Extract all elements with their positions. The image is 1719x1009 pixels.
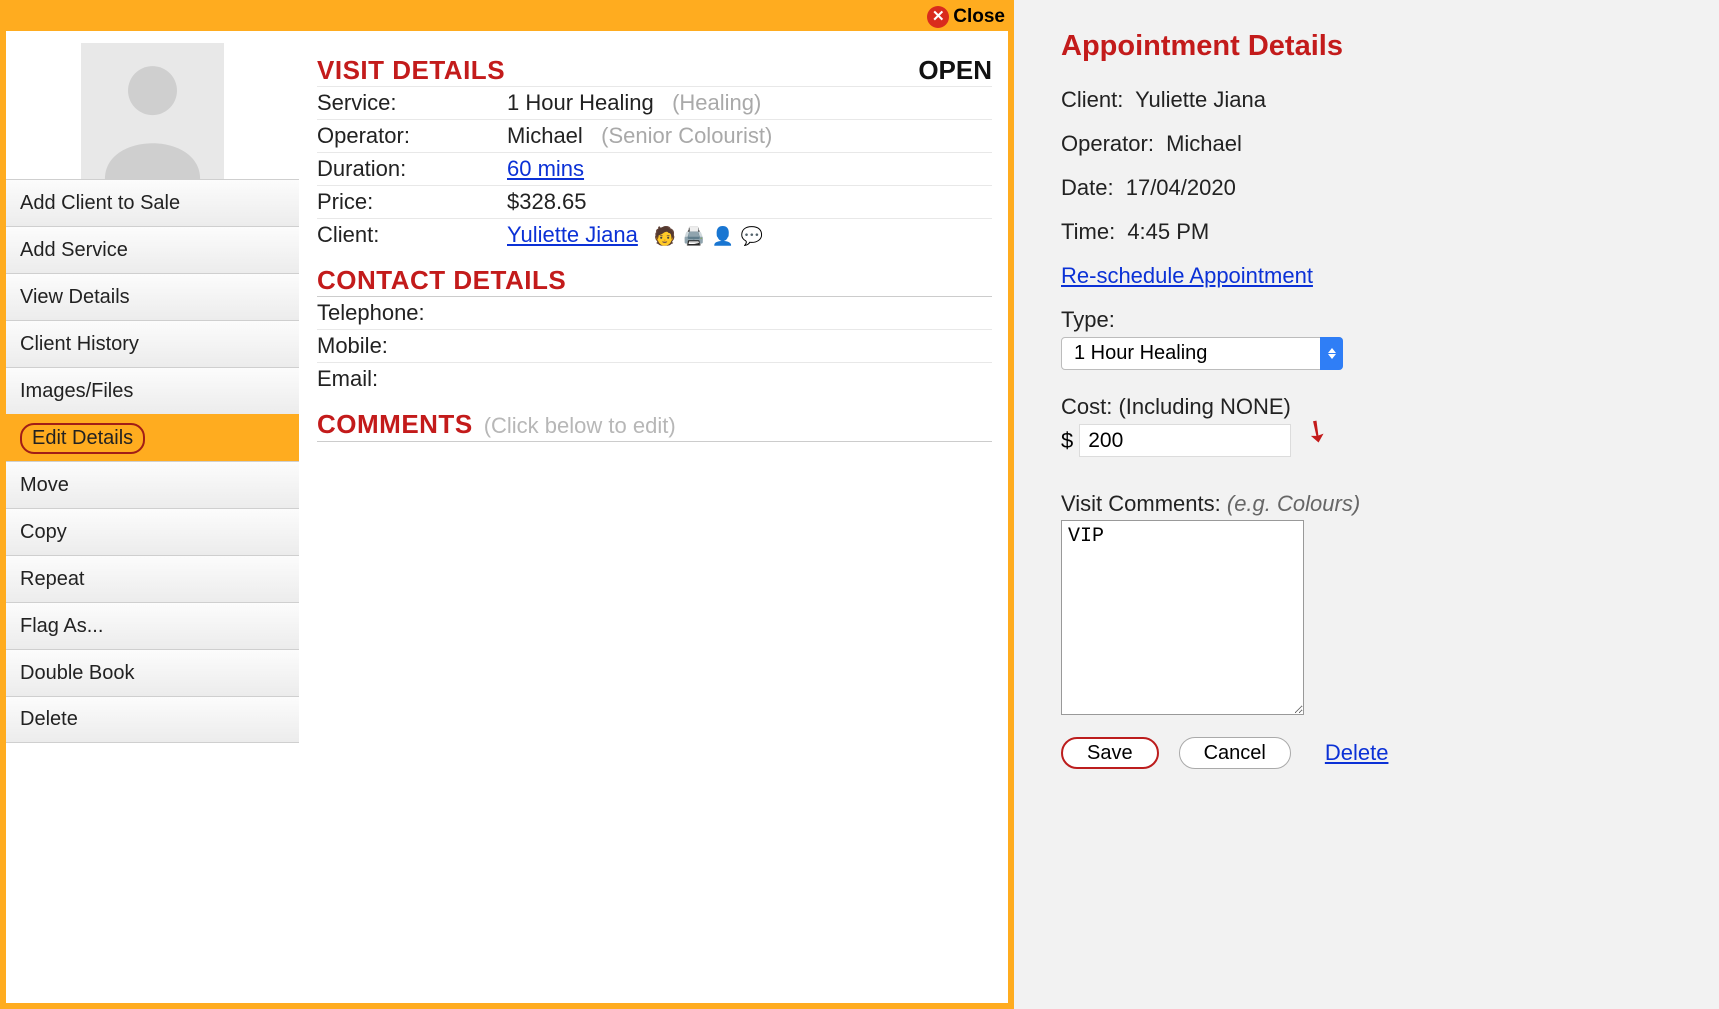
panel-operator-label: Operator: xyxy=(1061,131,1154,156)
operator-role: (Senior Colourist) xyxy=(601,123,772,148)
contact-details-heading: CONTACT DETAILS xyxy=(317,265,992,296)
visit-details-heading: VISIT DETAILS xyxy=(317,55,505,86)
cost-label: Cost: (Including NONE) xyxy=(1061,394,1689,420)
price-value: $328.65 xyxy=(507,189,587,215)
price-label: Price: xyxy=(317,189,507,215)
panel-time-row: Time: 4:45 PM xyxy=(1061,219,1689,245)
reschedule-link[interactable]: Re-schedule Appointment xyxy=(1061,263,1313,289)
row-service: Service: 1 Hour Healing (Healing) xyxy=(317,86,992,119)
visit-comments-textarea[interactable] xyxy=(1061,520,1304,715)
email-label: Email: xyxy=(317,366,507,392)
menu-edit-details[interactable]: Edit Details xyxy=(6,414,299,461)
menu-add-client-sale[interactable]: Add Client to Sale xyxy=(6,179,299,226)
menu-client-history[interactable]: Client History xyxy=(6,320,299,367)
row-duration: Duration: 60 mins xyxy=(317,152,992,185)
menu-delete[interactable]: Delete xyxy=(6,696,299,743)
modal-header: ✕ Close xyxy=(6,2,1008,31)
menu-add-service[interactable]: Add Service xyxy=(6,226,299,273)
panel-client-label: Client: xyxy=(1061,87,1123,112)
telephone-label: Telephone: xyxy=(317,300,507,326)
duration-link[interactable]: 60 mins xyxy=(507,156,584,181)
duration-label: Duration: xyxy=(317,156,507,182)
menu-copy[interactable]: Copy xyxy=(6,508,299,555)
save-button[interactable]: Save xyxy=(1061,737,1159,769)
client-label: Client: xyxy=(317,222,507,248)
panel-date-label: Date: xyxy=(1061,175,1114,200)
profile-icon[interactable]: 👤 xyxy=(712,226,734,247)
service-label: Service: xyxy=(317,90,507,116)
panel-time-label: Time: xyxy=(1061,219,1115,244)
cancel-button[interactable]: Cancel xyxy=(1179,737,1291,769)
type-label: Type: xyxy=(1061,307,1689,333)
edit-client-icon[interactable]: 🧑 xyxy=(654,226,676,247)
appointment-details-panel: Appointment Details Client: Yuliette Jia… xyxy=(1014,0,1719,1009)
row-price: Price: $328.65 xyxy=(317,185,992,218)
service-category: (Healing) xyxy=(672,90,761,115)
panel-client-row: Client: Yuliette Jiana xyxy=(1061,87,1689,113)
avatar-container xyxy=(6,31,299,179)
panel-operator-row: Operator: Michael xyxy=(1061,131,1689,157)
mobile-label: Mobile: xyxy=(317,333,507,359)
panel-title: Appointment Details xyxy=(1061,30,1689,63)
action-menu: Add Client to Sale Add Service View Deta… xyxy=(6,179,299,743)
type-select-value: 1 Hour Healing xyxy=(1061,337,1343,370)
type-select[interactable]: 1 Hour Healing xyxy=(1061,337,1343,370)
menu-move[interactable]: Move xyxy=(6,461,299,508)
menu-images-files[interactable]: Images/Files xyxy=(6,367,299,414)
print-icon[interactable]: 🖨️ xyxy=(683,226,705,247)
comment-icon[interactable]: 💬 xyxy=(741,226,763,247)
operator-value: Michael xyxy=(507,123,583,148)
row-telephone: Telephone: xyxy=(317,296,992,329)
row-operator: Operator: Michael (Senior Colourist) xyxy=(317,119,992,152)
operator-label: Operator: xyxy=(317,123,507,149)
service-value: 1 Hour Healing xyxy=(507,90,654,115)
select-caret-icon xyxy=(1320,337,1343,370)
comments-heading: COMMENTS xyxy=(317,409,473,439)
delete-link[interactable]: Delete xyxy=(1325,740,1389,766)
left-column: Add Client to Sale Add Service View Deta… xyxy=(6,31,299,1003)
cost-currency: $ xyxy=(1061,428,1073,454)
client-link[interactable]: Yuliette Jiana xyxy=(507,222,638,247)
main-column: VISIT DETAILS OPEN Service: 1 Hour Heali… xyxy=(299,31,1008,1003)
modal-dialog: ✕ Close Add Client to Sale Add Service V… xyxy=(0,0,1014,1009)
menu-flag-as[interactable]: Flag As... xyxy=(6,602,299,649)
button-row: Save Cancel Delete xyxy=(1061,737,1689,769)
visit-comments-label: Visit Comments: (e.g. Colours) xyxy=(1061,491,1689,517)
row-mobile: Mobile: xyxy=(317,329,992,362)
close-icon: ✕ xyxy=(927,6,949,28)
panel-operator-value: Michael xyxy=(1166,131,1242,156)
menu-repeat[interactable]: Repeat xyxy=(6,555,299,602)
menu-double-book[interactable]: Double Book xyxy=(6,649,299,696)
comments-hint: (Click below to edit) xyxy=(484,413,676,438)
panel-client-value: Yuliette Jiana xyxy=(1135,87,1266,112)
panel-time-value: 4:45 PM xyxy=(1127,219,1209,244)
row-email: Email: xyxy=(317,362,992,395)
modal-body: Add Client to Sale Add Service View Deta… xyxy=(6,31,1008,1003)
row-client: Client: Yuliette Jiana 🧑 🖨️ 👤 💬 xyxy=(317,218,992,251)
avatar-placeholder xyxy=(81,43,224,179)
visit-status: OPEN xyxy=(918,55,992,86)
panel-date-row: Date: 17/04/2020 xyxy=(1061,175,1689,201)
close-label: Close xyxy=(953,6,1005,28)
cost-input[interactable] xyxy=(1079,424,1291,457)
panel-date-value: 17/04/2020 xyxy=(1126,175,1236,200)
close-button[interactable]: ✕ Close xyxy=(927,6,1005,28)
menu-view-details[interactable]: View Details xyxy=(6,273,299,320)
